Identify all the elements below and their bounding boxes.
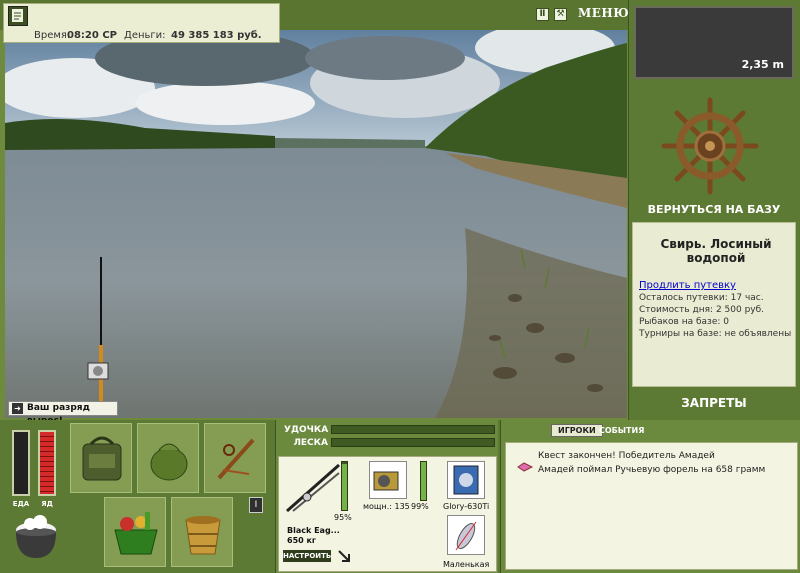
arrow-down-right-icon[interactable] [337,549,351,563]
backpack-icon [82,436,122,481]
fishing-rod[interactable] [80,255,120,405]
money-label: Деньги: [124,30,166,41]
tools-kit-icon [217,438,255,480]
rod-tension-bar [331,425,495,434]
fish-lure-icon [517,462,534,472]
extend-pass-link[interactable]: Продлить путевку [639,280,736,291]
bait-bag-slot[interactable] [137,423,199,493]
tools-icon[interactable]: ⚒ [554,8,567,21]
rod-weight: 650 кг [287,536,317,545]
tools-slot[interactable] [204,423,266,493]
rod-icon[interactable] [285,461,341,513]
line-slot[interactable] [447,461,485,499]
depth-screen: 2,35 m [634,6,794,79]
bans-button[interactable]: ЗАПРЕТЫ [634,396,794,410]
rod-name: Black Eag... [287,526,340,535]
fishers-count: Рыбаков на базе: 0 [639,317,729,327]
cauldron-icon[interactable] [10,512,62,564]
line-spool-icon [453,465,479,495]
rod-wear: 95% [334,513,352,522]
ship-wheel-icon[interactable] [660,96,760,196]
notepad-icon[interactable] [8,6,28,26]
pass-remaining: Осталось путевки: 17 час. [639,293,764,303]
line-label: ЛЕСКА [293,438,328,448]
arrow-right-icon: ➜ [12,403,23,414]
tackle-panel: УДОЧКА ЛЕСКА 95% Black Eag... 650 кг НАС… [275,420,498,573]
pause-icon[interactable]: Ⅱ [536,8,549,21]
chat-line: Амадей поймал Ручьевую форель на 658 гра… [538,465,766,475]
vegetables-slot[interactable] [104,497,166,567]
slot-toggle-button[interactable]: I [249,497,263,513]
line-name: Glory-630Ti [443,502,490,511]
lure-slot[interactable] [447,515,485,555]
tournaments-info: Турниры на базе: не объявлены [639,329,792,339]
time-label: Время: [34,30,71,41]
rank-up-toast: ➜ Ваш разряд вырос! [8,401,118,426]
poison-label: ЯД [41,500,53,508]
tackle-details: 95% Black Eag... 650 кг НАСТРОИТЬ мощн.:… [278,456,497,572]
line-tension-bar [331,438,495,447]
bait-bag-icon [150,443,188,481]
bucket-icon [185,516,221,555]
chat-line: Квест закончен! Победитель Амадей [538,451,715,461]
rod-label: УДОЧКА [284,425,329,435]
lure-name: Маленькая [443,560,490,569]
tab-events[interactable]: СОБЫТИЯ [599,426,644,435]
meters: ЕДА ЯД [6,424,66,569]
tab-players[interactable]: ИГРОКИ [551,424,603,437]
location-title: Свирь. Лосиный водопой [660,237,772,265]
reel-icon [373,471,399,491]
time-value: 08:20 СР [67,30,117,41]
day-cost: Стоимость дня: 2 500 руб. [639,305,765,315]
reel-slot[interactable] [369,461,407,499]
setup-button[interactable]: НАСТРОИТЬ [283,550,331,562]
bucket-slot[interactable] [171,497,233,567]
food-meter [12,430,30,496]
poison-meter [38,430,56,496]
reel-wear: 99% [411,502,429,511]
vegetables-basket-icon [114,512,158,555]
backpack-slot[interactable] [70,423,132,493]
rod-wear-bar [341,461,348,511]
lure-icon [455,521,477,551]
reel-power: мощн.: 135 [363,502,410,511]
location-panel: Свирь. Лосиный водопой Продлить путевку … [632,222,796,387]
food-label: ЕДА [12,500,30,508]
depth-value: 2,35 m [741,58,784,71]
menu-button[interactable]: МЕНЮ [578,6,629,20]
top-icons: Ⅱ ⚒ МЕНЮ [532,6,629,24]
info-panel: Время: 08:20 СР Деньги: 49 385 183 руб. [3,3,280,43]
reel-wear-bar [420,461,427,501]
money-value: 49 385 183 руб. [171,30,262,41]
chat-messages: Квест закончен! Победитель Амадей Амадей… [505,442,798,570]
return-to-base-button[interactable]: ВЕРНУТЬСЯ НА БАЗУ [634,203,794,219]
chat-panel: ИГРОКИ СОБЫТИЯ Квест закончен! Победител… [500,420,800,573]
